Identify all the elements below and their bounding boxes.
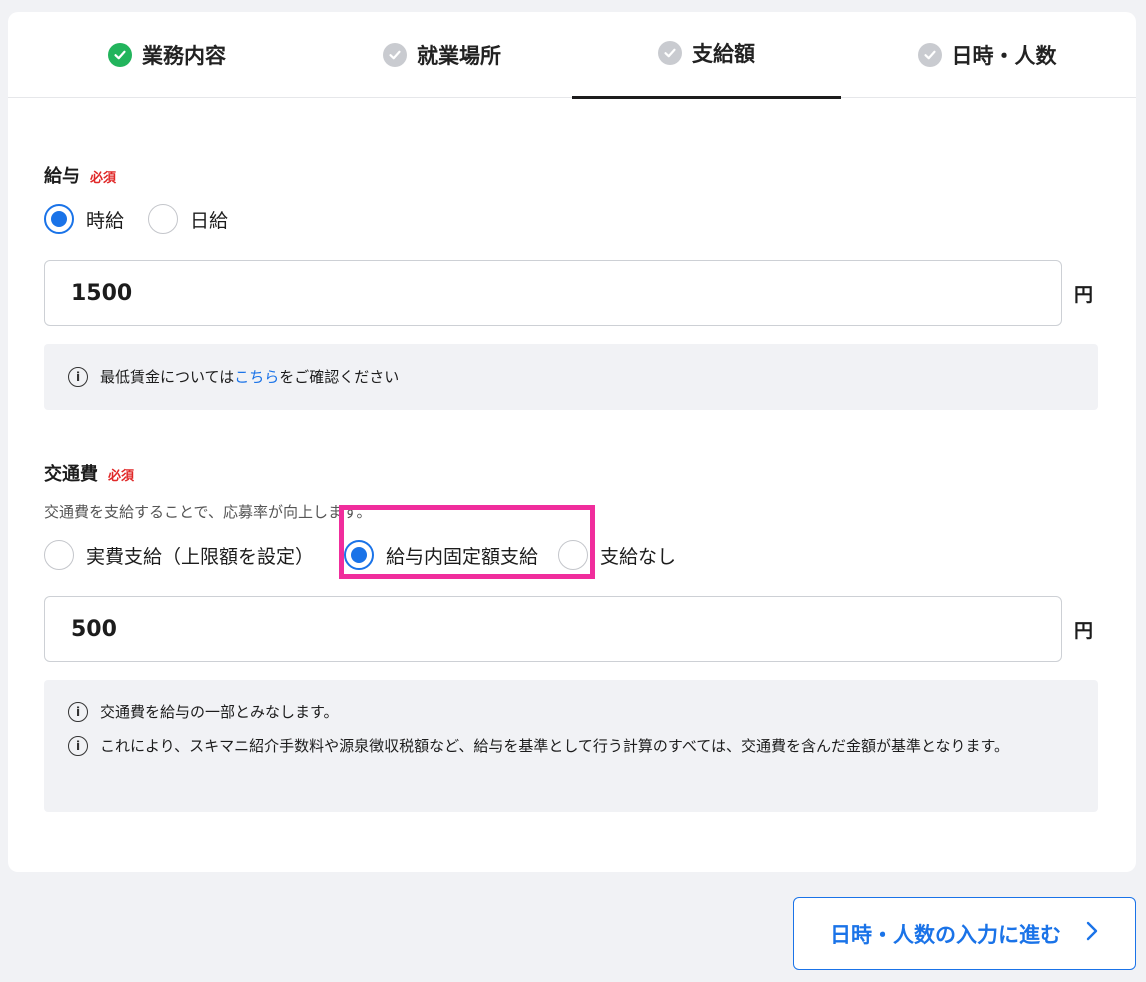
transport-input-value: 500 [71,616,117,642]
check-icon [383,43,407,67]
info-icon: i [68,367,88,387]
minimum-wage-link[interactable]: こちら [234,368,279,386]
next-step-label: 日時・人数の入力に進む [830,922,1061,947]
radio-circle[interactable] [148,204,179,234]
radio-daily[interactable]: 日給 [148,204,228,234]
radio-circle[interactable] [558,540,589,570]
salary-unit: 円 [1074,284,1094,306]
info-text-before: 最低賃金については [100,368,235,386]
radio-label: 時給 [86,209,125,232]
form-card: 業務内容 就業場所 支給額 日時・人数 給与 必須 時給 日給 1500 円 i… [8,12,1136,872]
radio-no-payment[interactable]: 支給なし [558,540,676,570]
radio-label: 支給なし [600,545,677,568]
radio-fixed-in-salary[interactable]: 給与内固定額支給 [344,540,538,570]
info-line: i 最低賃金についてはこちらをご確認ください [68,365,399,389]
radio-actual-cost[interactable]: 実費支給（上限額を設定） [44,540,314,570]
tab-work-location[interactable]: 就業場所 [313,12,571,98]
info-text-after: をご確認ください [279,368,400,386]
tab-label: 支給額 [692,42,755,66]
tab-payment-amount[interactable]: 支給額 [572,12,841,99]
transport-unit: 円 [1074,620,1094,642]
tab-job-content[interactable]: 業務内容 [38,12,296,98]
info-icon: i [68,736,88,756]
step-tabs: 業務内容 就業場所 支給額 日時・人数 [8,12,1136,99]
radio-hourly[interactable]: 時給 [44,204,124,234]
salary-input-value: 1500 [71,280,133,306]
tab-datetime-headcount[interactable]: 日時・人数 [858,12,1116,98]
transport-notes: i 交通費を給与の一部とみなします。 i これにより、スキマニ紹介手数料や源泉徴… [44,680,1098,812]
info-line: i 交通費を給与の一部とみなします。 [68,700,1074,724]
salary-input[interactable]: 1500 [44,260,1062,326]
minimum-wage-info: i 最低賃金についてはこちらをご確認ください [44,344,1098,410]
transport-type-radio-group: 実費支給（上限額を設定） 給与内固定額支給 支給なし [44,540,676,570]
transport-title: 交通費 必須 [44,460,134,486]
salary-type-radio-group: 時給 日給 [44,204,228,234]
radio-circle[interactable] [344,540,375,570]
required-badge: 必須 [108,469,135,484]
radio-circle[interactable] [44,204,74,234]
chevron-right-icon [1085,920,1099,947]
tab-label: 日時・人数 [951,44,1057,68]
info-line: i これにより、スキマニ紹介手数料や源泉徴収税額など、給与を基準として行う計算の… [68,734,1074,758]
info-icon: i [68,702,88,722]
note-text: 交通費を給与の一部とみなします。 [100,703,339,721]
radio-label: 給与内固定額支給 [386,545,539,568]
salary-title-text: 給与 [44,166,80,187]
transport-title-text: 交通費 [44,464,98,485]
radio-circle[interactable] [44,540,74,570]
info-text: 最低賃金についてはこちらをご確認ください [100,365,399,389]
transport-input[interactable]: 500 [44,596,1062,662]
note-text: これにより、スキマニ紹介手数料や源泉徴収税額など、給与を基準として行う計算のすべ… [100,737,1010,755]
tab-label: 就業場所 [417,44,501,68]
check-icon [658,41,682,65]
salary-title: 給与 必須 [44,162,116,188]
next-step-button[interactable]: 日時・人数の入力に進む [793,897,1136,970]
transport-description: 交通費を支給することで、応募率が向上します。 [44,503,372,521]
check-icon [108,43,132,67]
tab-label: 業務内容 [142,44,226,68]
radio-label: 実費支給（上限額を設定） [86,545,315,568]
radio-label: 日給 [190,209,229,232]
required-badge: 必須 [90,171,117,186]
check-icon [917,43,942,67]
